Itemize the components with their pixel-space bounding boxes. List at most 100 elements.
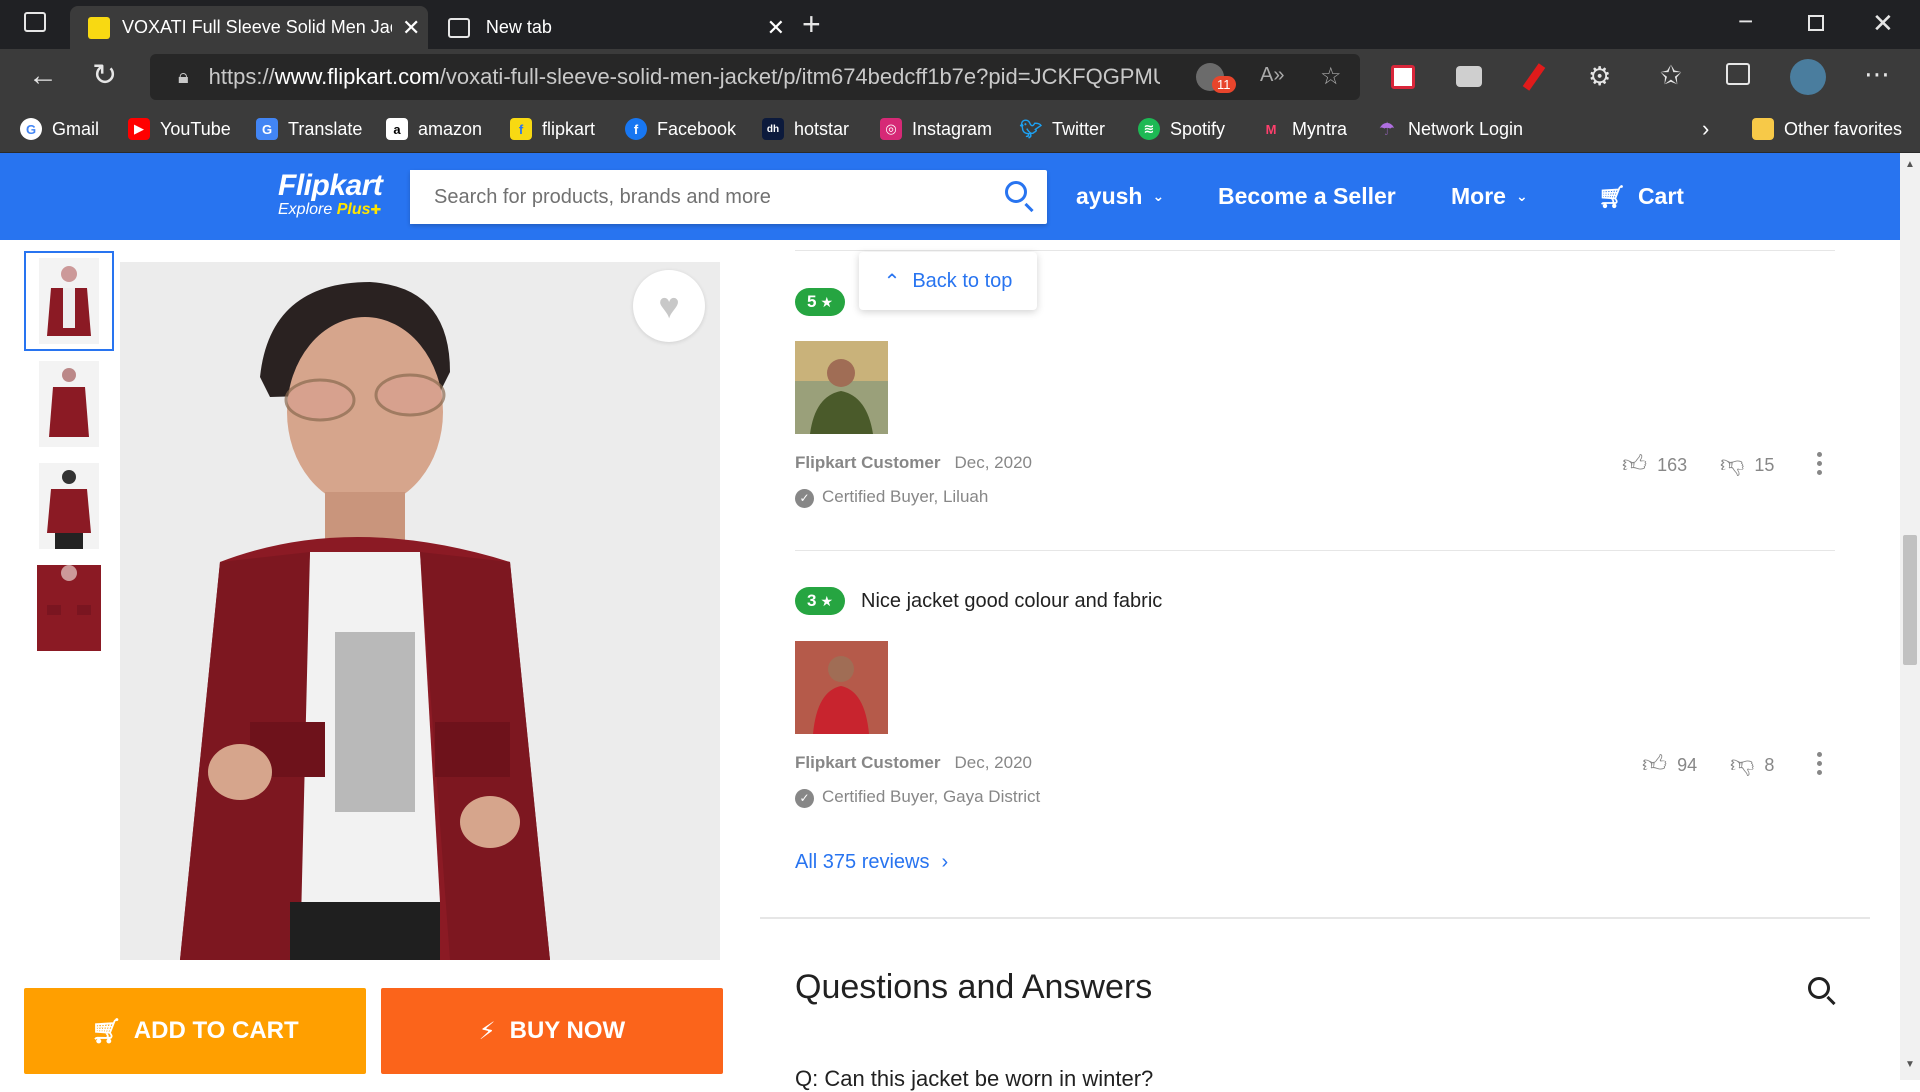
back-icon[interactable]: ← bbox=[28, 61, 58, 91]
refresh-icon[interactable]: ↻ bbox=[92, 61, 117, 91]
close-tab-icon[interactable]: ✕ bbox=[402, 15, 420, 41]
scroll-down-icon[interactable]: ▼ bbox=[1905, 1059, 1915, 1070]
logo-subtitle: Explore Plus✚ bbox=[278, 201, 382, 219]
all-reviews-label: All 375 reviews bbox=[795, 851, 930, 873]
heart-icon: ♥ bbox=[658, 285, 680, 326]
bookmark-translate[interactable]: G Translate bbox=[256, 105, 362, 153]
review-date: Dec, 2020 bbox=[954, 453, 1032, 472]
hotstar-icon: dh bbox=[762, 118, 784, 140]
dislike-button[interactable]: 👎︎ 8 bbox=[1730, 751, 1774, 779]
tab-actions-icon[interactable] bbox=[24, 12, 46, 32]
bookmark-twitter[interactable]: 🐦︎ Twitter bbox=[1020, 105, 1105, 153]
like-count: 163 bbox=[1657, 454, 1688, 475]
buy-now-button[interactable]: ⚡︎ BUY NOW bbox=[381, 988, 723, 1074]
bookmark-spotify[interactable]: ≋ Spotify bbox=[1138, 105, 1225, 153]
cart-link[interactable]: 🛒︎ Cart bbox=[1598, 153, 1684, 240]
search-input[interactable] bbox=[410, 170, 970, 224]
buy-now-label: BUY NOW bbox=[509, 1017, 626, 1044]
bookmarks-overflow-chevron-icon[interactable]: › bbox=[1702, 105, 1709, 153]
search-icon[interactable] bbox=[1005, 181, 1027, 203]
thumbnail-1[interactable] bbox=[24, 251, 114, 351]
extensions-icon[interactable]: ⚙ bbox=[1588, 63, 1611, 89]
review-options-icon[interactable] bbox=[1817, 452, 1823, 479]
read-aloud-icon[interactable]: A» bbox=[1260, 64, 1284, 87]
browser-toolbar: ← ↻ 🔒︎ https:// www.flipkart.com /voxati… bbox=[0, 49, 1920, 105]
plus-icon: ✚ bbox=[370, 202, 382, 217]
minimize-icon[interactable]: − bbox=[1738, 8, 1753, 34]
scroll-up-icon[interactable]: ▲ bbox=[1905, 159, 1915, 170]
tab-flipkart-product[interactable]: VOXATI Full Sleeve Solid Men Jac ✕ bbox=[70, 6, 428, 49]
bookmark-youtube[interactable]: ▶ YouTube bbox=[128, 105, 231, 153]
bookmark-gmail[interactable]: G Gmail bbox=[20, 105, 99, 153]
bookmark-label: Spotify bbox=[1170, 118, 1226, 139]
google-icon: G bbox=[20, 118, 42, 140]
account-menu[interactable]: ayush ⌄ bbox=[1076, 153, 1164, 240]
bookmark-flipkart[interactable]: f flipkart bbox=[510, 105, 595, 153]
chevron-down-icon: ⌄ bbox=[1152, 188, 1165, 204]
myntra-icon: M bbox=[1265, 121, 1277, 137]
screenshot-icon[interactable] bbox=[1456, 66, 1482, 87]
url-prefix: https:// bbox=[208, 64, 275, 89]
review-options-icon[interactable] bbox=[1817, 752, 1823, 779]
dislike-count: 8 bbox=[1764, 754, 1775, 775]
lightning-icon: ⚡︎ bbox=[478, 1017, 496, 1045]
chevron-up-icon: ⌃ bbox=[883, 270, 901, 293]
close-window-icon[interactable]: ✕ bbox=[1872, 10, 1894, 36]
spotify-icon: ≋ bbox=[1138, 118, 1160, 140]
bookmark-amazon[interactable]: a amazon bbox=[386, 105, 482, 153]
bookmark-myntra[interactable]: M Myntra bbox=[1260, 105, 1347, 153]
bookmark-instagram[interactable]: ◎ Instagram bbox=[880, 105, 992, 153]
bookmark-facebook[interactable]: f Facebook bbox=[625, 105, 736, 153]
become-seller-link[interactable]: Become a Seller bbox=[1218, 153, 1396, 240]
pocket-extension-icon[interactable] bbox=[1391, 65, 1415, 89]
like-button[interactable]: 👍︎ 163 bbox=[1622, 451, 1687, 479]
review-author: Flipkart Customer bbox=[795, 753, 941, 772]
profile-avatar[interactable] bbox=[1790, 59, 1826, 95]
add-to-cart-button[interactable]: 🛒︎ ADD TO CART bbox=[24, 988, 366, 1074]
back-to-top-button[interactable]: ⌃ Back to top bbox=[859, 252, 1037, 310]
thumbnail-3[interactable] bbox=[24, 456, 114, 556]
flipkart-logo[interactable]: Flipkart Explore Plus✚ bbox=[278, 169, 383, 219]
bookmark-label: Twitter bbox=[1052, 118, 1106, 139]
page-scrollbar[interactable]: ▲ ▼ bbox=[1900, 153, 1920, 1080]
umbrella-icon: ☂ bbox=[1378, 118, 1396, 139]
menu-more-icon[interactable]: ⋯ bbox=[1864, 61, 1890, 87]
thumbnail-4[interactable] bbox=[24, 558, 114, 658]
tab-new-tab[interactable]: New tab ✕ bbox=[440, 6, 785, 49]
account-name: ayush bbox=[1076, 183, 1143, 209]
like-button[interactable]: 👍︎ 94 bbox=[1642, 751, 1697, 779]
review-image[interactable] bbox=[795, 341, 888, 434]
review-image[interactable] bbox=[795, 641, 888, 734]
more-menu[interactable]: More ⌄ bbox=[1451, 153, 1528, 240]
bookmark-network-login[interactable]: ☂ Network Login bbox=[1376, 105, 1523, 153]
rating-badge: 5 ★ bbox=[795, 288, 845, 316]
all-reviews-link[interactable]: All 375 reviews › bbox=[795, 851, 948, 874]
collections-icon[interactable] bbox=[1726, 63, 1750, 85]
tab-title: VOXATI Full Sleeve Solid Men Jac bbox=[122, 17, 392, 37]
rating-badge: 3 ★ bbox=[795, 587, 845, 615]
review-title: Nice jacket good colour and fabric bbox=[861, 590, 1163, 612]
new-tab-plus-icon[interactable]: + bbox=[802, 8, 821, 40]
amazon-icon: a bbox=[386, 118, 408, 140]
other-favorites[interactable]: Other favorites bbox=[1752, 105, 1902, 153]
scrollbar-thumb[interactable] bbox=[1903, 535, 1917, 665]
thumbs-down-icon: 👎︎ bbox=[1720, 451, 1745, 478]
add-favorite-icon[interactable]: ☆ bbox=[1320, 62, 1342, 91]
product-main-image[interactable] bbox=[120, 262, 720, 960]
pen-extension-icon[interactable] bbox=[1522, 63, 1546, 91]
favorites-icon[interactable]: ✩ bbox=[1660, 62, 1682, 88]
qa-search-icon[interactable] bbox=[1808, 977, 1830, 999]
chevron-right-icon: › bbox=[941, 851, 949, 873]
address-bar[interactable]: 🔒︎ https:// www.flipkart.com /voxati-ful… bbox=[150, 54, 1360, 100]
qa-first-question: Q: Can this jacket be worn in winter? bbox=[795, 1066, 1154, 1091]
bookmark-label: Myntra bbox=[1292, 118, 1348, 139]
dislike-button[interactable]: 👎︎ 15 bbox=[1720, 451, 1774, 479]
thumbnail-2[interactable] bbox=[24, 354, 114, 454]
bookmark-label: Network Login bbox=[1408, 118, 1524, 139]
wishlist-button[interactable]: ♥ bbox=[633, 270, 705, 342]
close-tab-icon[interactable]: ✕ bbox=[767, 15, 785, 41]
star-icon: ★ bbox=[820, 592, 834, 609]
restore-icon[interactable] bbox=[1808, 15, 1824, 31]
bookmark-hotstar[interactable]: dh hotstar bbox=[762, 105, 849, 153]
like-count: 94 bbox=[1677, 754, 1698, 775]
